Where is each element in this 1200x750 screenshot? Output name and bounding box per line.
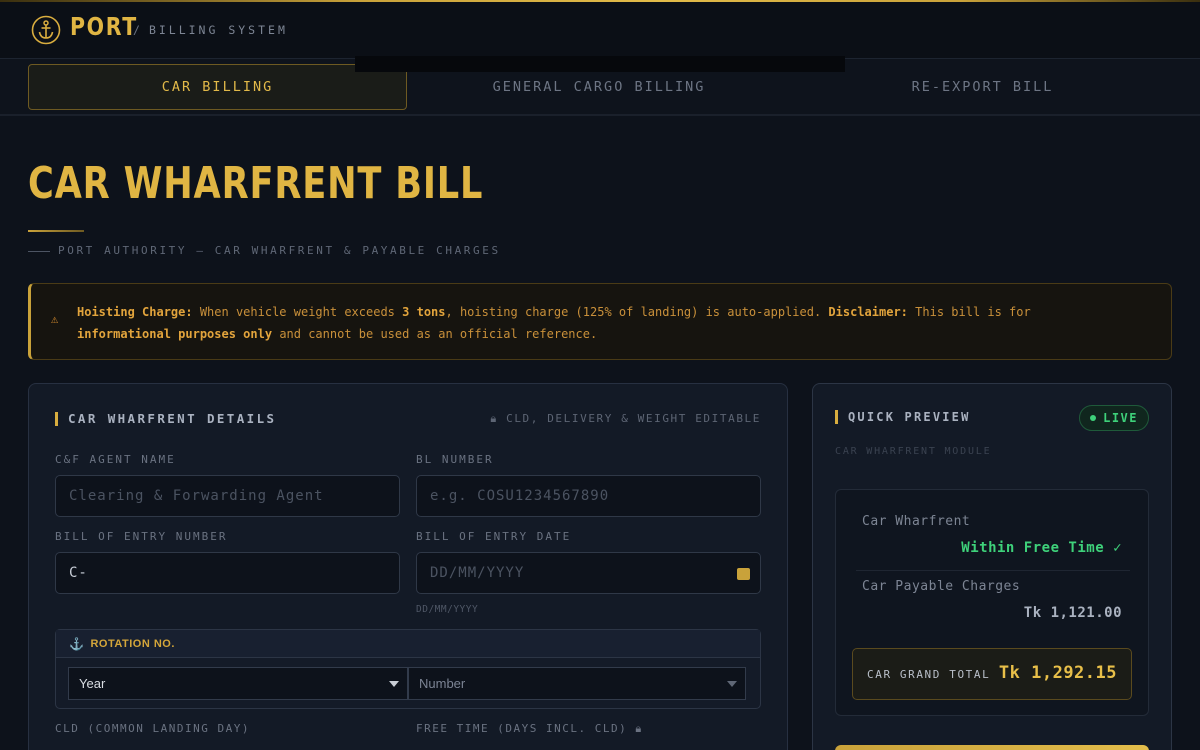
rotation-year-value: Year bbox=[79, 676, 106, 691]
informational-note: informational purposes only bbox=[77, 327, 273, 341]
rotation-group: ⚓ ROTATION NO. Year Number bbox=[55, 629, 761, 709]
boe-number-label: BILL OF ENTRY NUMBER bbox=[55, 530, 228, 543]
page-subtitle-text: PORT AUTHORITY — CAR WHARFRENT & PAYABLE… bbox=[58, 244, 501, 257]
generate-bill-button[interactable] bbox=[835, 745, 1149, 750]
tab-re-export-bill[interactable]: RE-EXPORT BILL bbox=[793, 64, 1172, 110]
weight-threshold: 3 tons bbox=[402, 305, 446, 319]
alert-text: When vehicle weight exceeds bbox=[199, 305, 395, 319]
lock-icon: 🔒︎ bbox=[490, 412, 498, 425]
hoisting-alert: ⚠ Hoisting Charge: When vehicle weight e… bbox=[28, 283, 1172, 360]
grand-total-label: CAR GRAND TOTAL bbox=[867, 668, 991, 681]
preview-summary: Car Wharfrent Within Free Time ✓ Car Pay… bbox=[835, 489, 1149, 716]
boe-date-label: BILL OF ENTRY DATE bbox=[416, 530, 572, 543]
anchor-icon: ⚓ bbox=[69, 636, 85, 651]
free-time-label-text: FREE TIME (DAYS INCL. CLD) bbox=[416, 722, 628, 735]
bl-number-label: BL NUMBER bbox=[416, 453, 494, 466]
preview-title: QUICK PREVIEW bbox=[835, 410, 971, 424]
wharfrent-status: Within Free Time ✓ bbox=[961, 540, 1122, 556]
boe-number-input[interactable] bbox=[55, 552, 400, 594]
alert-text: , hoisting charge (125% of landing) is a… bbox=[445, 305, 822, 319]
alert-text: and cannot be used as an official refere… bbox=[279, 327, 598, 341]
disclaimer-label: Disclaimer: bbox=[828, 305, 908, 319]
payable-label: Car Payable Charges bbox=[862, 579, 1021, 594]
payable-value: Tk 1,121.00 bbox=[1023, 605, 1122, 621]
anchor-icon bbox=[31, 15, 61, 45]
module-label: CAR WHARFRENT MODULE bbox=[835, 446, 992, 457]
brand-name[interactable]: PORT bbox=[70, 12, 138, 41]
breadcrumb: / BILLING SYSTEM bbox=[133, 23, 288, 37]
boe-date-input[interactable] bbox=[416, 552, 761, 594]
app-header: PORT / BILLING SYSTEM bbox=[0, 2, 1200, 58]
rotation-header: ⚓ ROTATION NO. bbox=[56, 630, 760, 658]
card-title: CAR WHARFRENT DETAILS bbox=[55, 412, 276, 426]
editable-note: 🔒︎ CLD, DELIVERY & WEIGHT EDITABLE bbox=[490, 412, 761, 426]
cld-label: CLD (COMMON LANDING DAY) bbox=[55, 722, 250, 735]
free-time-label: FREE TIME (DAYS INCL. CLD) 🔒︎ bbox=[416, 722, 643, 736]
alert-text: This bill is for bbox=[915, 305, 1031, 319]
chevron-down-icon bbox=[389, 681, 399, 687]
bl-number-input[interactable] bbox=[416, 475, 761, 517]
cnf-agent-label: C&F AGENT NAME bbox=[55, 453, 176, 466]
editable-note-text: CLD, DELIVERY & WEIGHT EDITABLE bbox=[506, 412, 761, 425]
live-badge: LIVE bbox=[1079, 405, 1149, 431]
calendar-icon[interactable] bbox=[737, 568, 750, 580]
grand-total-value: Tk 1,292.15 bbox=[998, 663, 1117, 683]
grand-total-box: CAR GRAND TOTAL Tk 1,292.15 bbox=[852, 648, 1132, 700]
lock-icon: 🔒︎ bbox=[635, 722, 643, 735]
page-title: CAR WHARFRENT BILL bbox=[28, 158, 484, 209]
live-dot-icon bbox=[1090, 415, 1097, 421]
rotation-number-select[interactable]: Number bbox=[408, 667, 746, 700]
chevron-down-icon bbox=[727, 681, 737, 687]
breadcrumb-label: BILLING SYSTEM bbox=[148, 23, 288, 37]
rotation-number-value: Number bbox=[419, 676, 466, 691]
page-subtitle: PORT AUTHORITY — CAR WHARFRENT & PAYABLE… bbox=[28, 244, 501, 257]
rotation-year-select[interactable]: Year bbox=[68, 667, 408, 700]
divider bbox=[856, 570, 1130, 571]
wharfrent-details-card: CAR WHARFRENT DETAILS 🔒︎ CLD, DELIVERY &… bbox=[28, 383, 788, 750]
date-format-hint: DD/MM/YYYY bbox=[416, 604, 479, 615]
quick-preview-panel: QUICK PREVIEW LIVE CAR WHARFRENT MODULE … bbox=[812, 383, 1172, 750]
live-label: LIVE bbox=[1103, 411, 1138, 425]
title-underline bbox=[28, 230, 84, 232]
warning-icon: ⚠ bbox=[51, 312, 59, 326]
tab-car-billing[interactable]: CAR BILLING bbox=[28, 64, 407, 110]
wharfrent-label: Car Wharfrent bbox=[862, 514, 971, 529]
hoisting-label: Hoisting Charge: bbox=[77, 305, 193, 319]
header-shadow bbox=[355, 56, 845, 72]
cnf-agent-input[interactable] bbox=[55, 475, 400, 517]
breadcrumb-separator: / bbox=[133, 23, 143, 37]
rotation-title: ROTATION NO. bbox=[90, 637, 175, 650]
